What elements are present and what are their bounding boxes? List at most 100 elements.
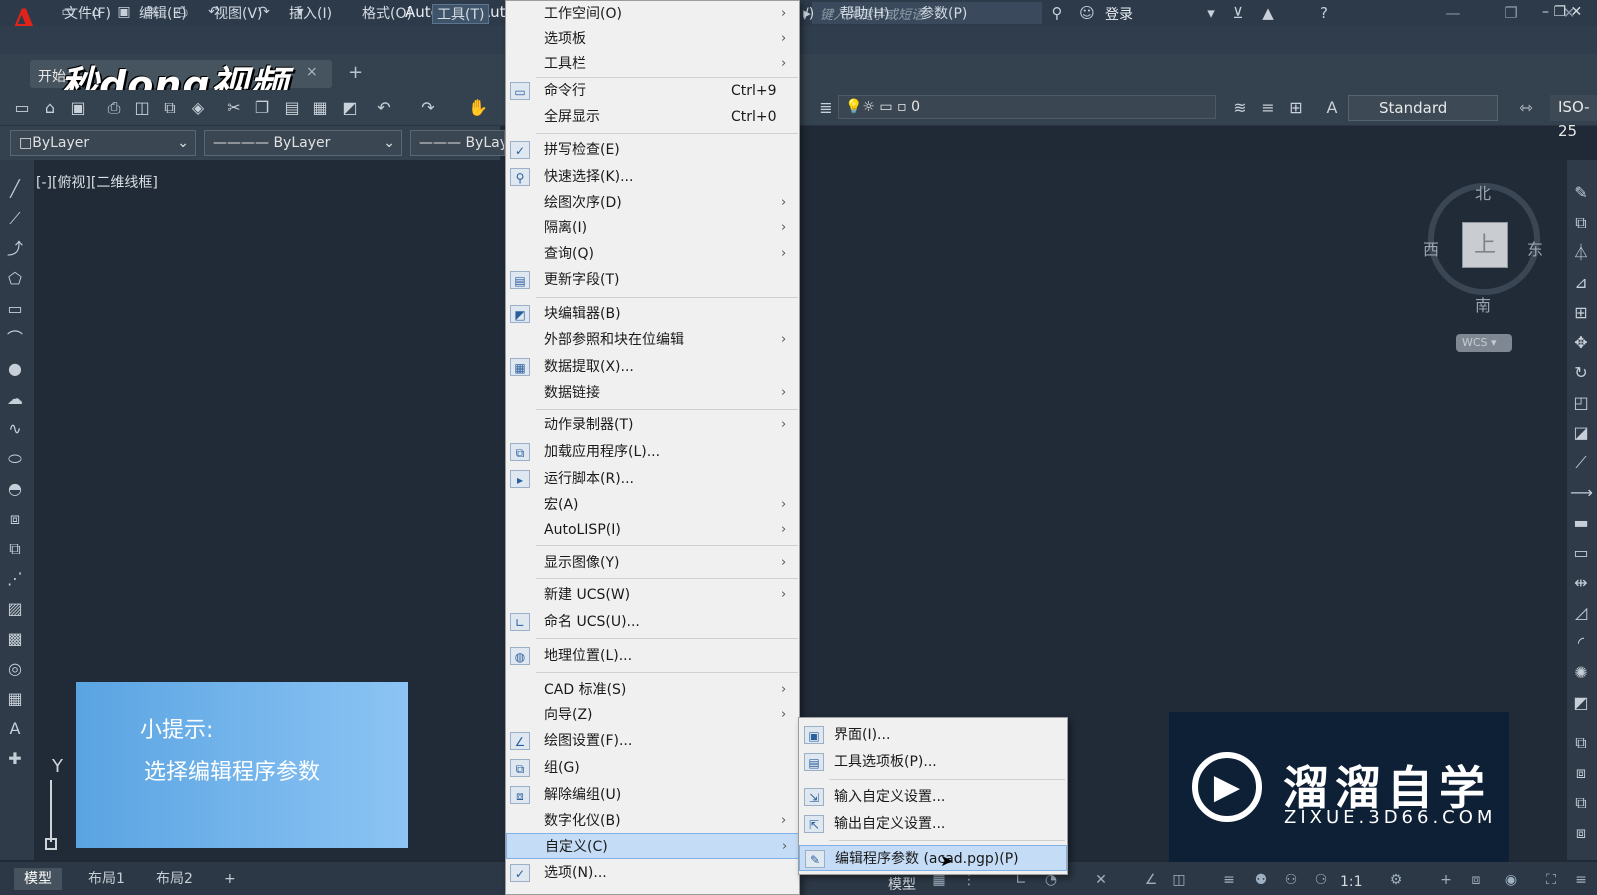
close-tab-icon[interactable]: × <box>306 64 318 80</box>
login-button[interactable]: 登录 <box>1105 4 1133 24</box>
menu-file[interactable]: 文件(F) <box>60 4 115 24</box>
tools-menu-item-inquiry[interactable]: 查询(Q) › <box>506 241 799 267</box>
menu-format[interactable]: 格式(O) <box>358 4 416 24</box>
workspace-gear-icon[interactable]: ⚙ <box>1385 872 1407 892</box>
redo-toolbar-icon[interactable]: ↷ <box>416 96 440 120</box>
layout-tab-1[interactable]: 布局1 <box>78 868 135 890</box>
line-icon[interactable]: ╱ <box>4 178 26 200</box>
doc-window-controls[interactable]: – ❐ ✕ <box>1538 2 1586 22</box>
dim-style-dropdown[interactable]: ISO-25 <box>1550 95 1597 140</box>
menu-edit[interactable]: 编辑(E) <box>135 4 191 24</box>
menu-insert[interactable]: 插入(I) <box>285 4 336 24</box>
menu-tools[interactable]: 工具(T) <box>432 4 490 24</box>
viewcube-north[interactable]: 北 <box>1475 180 1491 204</box>
ucs-origin-icon[interactable] <box>45 838 57 850</box>
copy-icon[interactable]: ❐ <box>250 96 274 120</box>
tools-menu-item-workspace[interactable]: 工作空间(O) › <box>506 1 799 27</box>
layer-stack-icon[interactable]: ⧉ <box>1570 732 1592 754</box>
layer-stack-2-icon[interactable]: ⧈ <box>1570 762 1592 784</box>
viewport-label[interactable]: [-][俯视][二维线框] <box>36 172 158 192</box>
tools-menu-item-display-image[interactable]: 显示图像(Y) › <box>506 550 799 576</box>
insert-block-icon[interactable]: ⧈ <box>4 508 26 530</box>
grid-icon[interactable]: ▦ <box>928 872 950 892</box>
block-editor-toolbar-icon[interactable]: ◩ <box>338 96 362 120</box>
linetype-dropdown[interactable]: ———— ByLayer ⌄ <box>204 130 402 156</box>
polar-icon[interactable]: ◔ <box>1040 872 1062 892</box>
tools-menu-item-spell-check[interactable]: ✓ 拼写检查(E) <box>506 137 799 163</box>
model-space-toggle[interactable]: 模型 <box>888 874 916 894</box>
cart-icon[interactable]: ⊻ <box>1226 2 1250 24</box>
tools-menu-item-update-fields[interactable]: ▤ 更新字段(T) <box>506 267 799 293</box>
revcloud-icon[interactable]: ☁ <box>4 388 26 410</box>
fillet-icon[interactable]: ◿ <box>1570 602 1592 624</box>
table-icon[interactable]: ▦ <box>4 688 26 710</box>
menu-view[interactable]: 视图(V) <box>210 4 267 24</box>
ellipse-icon[interactable]: ⬭ <box>4 448 26 470</box>
tools-menu-item-autolisp[interactable]: AutoLISP(I) › <box>506 517 799 543</box>
rectangle-icon[interactable]: ▭ <box>4 298 26 320</box>
explode-icon[interactable]: ✺ <box>1570 662 1592 684</box>
viewcube-top-face[interactable]: 上 <box>1462 222 1508 268</box>
scale-icon[interactable]: ◰ <box>1570 392 1592 414</box>
new-tab-icon[interactable]: + <box>348 62 363 83</box>
annotation-scale-icon[interactable]: ⚆ <box>1310 872 1332 892</box>
tools-menu-item-block-editor[interactable]: ◩ 块编辑器(B) <box>506 301 799 327</box>
gradient-icon[interactable]: ▩ <box>4 628 26 650</box>
tools-menu-item-tablet[interactable]: 数字化仪(B) › <box>506 808 799 834</box>
tools-menu-item-named-ucs[interactable]: ∟ 命名 UCS(U)... <box>506 609 799 635</box>
tools-menu-item-load-application[interactable]: ⧉ 加载应用程序(L)... <box>506 439 799 465</box>
break-icon[interactable]: ▬ <box>1570 512 1592 534</box>
tools-menu-item-ungroup[interactable]: ⧈ 解除编组(U) <box>506 782 799 808</box>
blend-icon[interactable]: ◜ <box>1570 632 1592 654</box>
lineweight-icon[interactable]: ≡ <box>1218 872 1240 892</box>
publish-icon[interactable]: ⧉ <box>158 96 182 120</box>
restore-button[interactable]: ❐ <box>1486 0 1536 26</box>
spline-icon[interactable]: ∿ <box>4 418 26 440</box>
layer-stack-3-icon[interactable]: ⧉ <box>1570 792 1592 814</box>
rotate-icon[interactable]: ↻ <box>1570 362 1592 384</box>
tools-menu-item-run-script[interactable]: ▸ 运行脚本(R)... <box>506 466 799 492</box>
isolate-icon[interactable]: ⧈ <box>1465 872 1487 892</box>
3d-icon[interactable]: ◩ <box>1570 692 1592 714</box>
selection-cycling-icon[interactable]: ◫ <box>1168 872 1190 892</box>
point-icon[interactable]: ⋰ <box>4 568 26 590</box>
layer-properties-icon[interactable]: ≣ <box>814 96 838 120</box>
menu-parameters[interactable]: 参数(P) <box>916 4 971 24</box>
array-icon[interactable]: ⊞ <box>1570 302 1592 324</box>
stretch-icon[interactable]: ◪ <box>1570 422 1592 444</box>
make-block-icon[interactable]: ⧉ <box>4 538 26 560</box>
polyline-icon[interactable]: ⤴ <box>4 238 26 260</box>
tools-menu-item-geolocation[interactable]: ◍ 地理位置(L)... <box>506 643 799 669</box>
mirror-icon[interactable]: ⏃ <box>1570 242 1592 264</box>
menu-help[interactable]: 帮助(H) <box>836 4 893 24</box>
add-selected-icon[interactable]: ✚ <box>4 748 26 770</box>
plot-preview-icon[interactable]: ◫ <box>130 96 154 120</box>
isodraft-icon[interactable]: ∠ <box>1140 872 1162 892</box>
annotation-autoscale-icon[interactable]: ⚇ <box>1280 872 1302 892</box>
tools-menu-item-draw-order[interactable]: 绘图次序(D) › <box>506 190 799 216</box>
3dprint-icon[interactable]: ◈ <box>186 96 210 120</box>
tools-menu-item-macro[interactable]: 宏(A) › <box>506 492 799 518</box>
undo-toolbar-icon[interactable]: ↶ <box>372 96 396 120</box>
annotation-scale-value[interactable]: 1:1 <box>1340 874 1363 890</box>
match-properties-icon[interactable]: ▦ <box>308 96 332 120</box>
circle-icon[interactable]: ● <box>4 358 26 380</box>
viewcube-south[interactable]: 南 <box>1475 292 1491 316</box>
add-layout-button[interactable]: + <box>214 868 246 890</box>
layout-tab-2[interactable]: 布局2 <box>146 868 203 890</box>
tools-menu-item-data-links[interactable]: 数据链接 › <box>506 380 799 406</box>
tools-menu-item-drafting-settings[interactable]: ∠ 绘图设置(F)... <box>506 728 799 754</box>
tools-menu-item-fullscreen[interactable]: 全屏显示 Ctrl+0 <box>506 104 799 130</box>
polygon-icon[interactable]: ⬠ <box>4 268 26 290</box>
tools-menu-item-data-extraction[interactable]: ▦ 数据提取(X)... <box>506 354 799 380</box>
annotation-visibility-icon[interactable]: ⚉ <box>1250 872 1272 892</box>
text-style-icon[interactable]: A <box>1320 96 1344 120</box>
tools-menu-item-toolbars[interactable]: 工具栏 › <box>506 51 799 77</box>
viewcube-west[interactable]: 西 <box>1423 236 1439 260</box>
submenu-item-interface[interactable]: ▣ 界面(I)... <box>799 722 1067 748</box>
submenu-item-edit-program-parameters[interactable]: ✎ 编辑程序参数 (acad.pgp)(P) <box>799 845 1067 871</box>
layer-tool-1-icon[interactable]: ≋ <box>1228 96 1252 120</box>
help-icon[interactable]: ? <box>1312 2 1336 24</box>
region-icon[interactable]: ◎ <box>4 658 26 680</box>
snap-icon[interactable]: ⋮ <box>958 872 980 892</box>
